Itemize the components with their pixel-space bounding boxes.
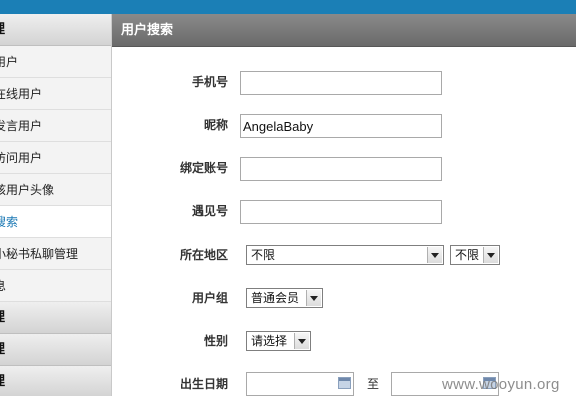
sidebar-section-header[interactable]: 理 xyxy=(0,334,111,366)
bound-account-input[interactable] xyxy=(240,157,442,181)
sidebar: 理用户在线用户发言用户访问用户核用户头像搜索小秘书私聊管理息理理理 xyxy=(0,14,112,396)
city-select[interactable]: 不限 xyxy=(450,245,500,265)
gender-label: 性别 xyxy=(203,334,228,348)
sidebar-section-header[interactable]: 理 xyxy=(0,302,111,334)
sidebar-item[interactable]: 用户 xyxy=(0,46,111,78)
sidebar-item[interactable]: 核用户头像 xyxy=(0,174,111,206)
watermark: www.wooyun.org xyxy=(442,376,560,393)
sidebar-item-label: 理 xyxy=(0,310,5,325)
sidebar-item-label: 用户 xyxy=(0,55,19,69)
user-group-select-value: 普通会员 xyxy=(251,291,300,305)
gender-select[interactable]: 请选择 xyxy=(246,331,311,351)
gender-select-value: 请选择 xyxy=(251,334,288,348)
nickname-input[interactable] xyxy=(240,114,442,138)
sidebar-item-label: 息 xyxy=(0,279,6,293)
sidebar-section-header[interactable]: 理 xyxy=(0,366,111,396)
sidebar-item-label: 理 xyxy=(0,342,5,357)
chevron-down-icon xyxy=(306,290,321,306)
phone-label: 手机号 xyxy=(191,75,228,89)
sidebar-item[interactable]: 访问用户 xyxy=(0,142,111,174)
chevron-down-icon xyxy=(294,333,309,349)
phone-input[interactable] xyxy=(240,71,442,95)
sidebar-item-label: 在线用户 xyxy=(0,87,43,101)
sidebar-section-header[interactable]: 理 xyxy=(0,14,111,46)
sidebar-item-label: 发言用户 xyxy=(0,119,43,133)
sidebar-item[interactable]: 在线用户 xyxy=(0,78,111,110)
chevron-down-icon xyxy=(427,247,442,263)
province-select-value: 不限 xyxy=(251,248,276,262)
province-select[interactable]: 不限 xyxy=(246,245,444,265)
top-bar xyxy=(0,0,576,14)
birthdate-start-input[interactable] xyxy=(246,372,354,396)
user-group-select[interactable]: 普通会员 xyxy=(246,288,323,308)
sidebar-item-label: 搜索 xyxy=(0,215,19,229)
region-label: 所在地区 xyxy=(179,248,228,262)
sidebar-item-label: 小秘书私聊管理 xyxy=(0,247,79,261)
sidebar-item-label: 理 xyxy=(0,22,5,37)
sidebar-item[interactable]: 小秘书私聊管理 xyxy=(0,238,111,270)
city-select-value: 不限 xyxy=(455,248,480,262)
user-group-label: 用户组 xyxy=(191,291,228,305)
sidebar-item-label: 访问用户 xyxy=(0,151,43,165)
date-range-separator: 至 xyxy=(367,377,380,391)
sidebar-item[interactable]: 发言用户 xyxy=(0,110,111,142)
panel-header: 用户搜索 xyxy=(112,14,576,47)
sidebar-item-label: 理 xyxy=(0,374,5,389)
sidebar-item[interactable]: 搜索 xyxy=(0,206,111,238)
nickname-label: 昵称 xyxy=(203,118,228,132)
birthdate-label: 出生日期 xyxy=(179,377,228,391)
sidebar-item[interactable]: 息 xyxy=(0,270,111,302)
page-title: 用户搜索 xyxy=(121,23,174,38)
chevron-down-icon xyxy=(483,247,498,263)
bound-account-label: 绑定账号 xyxy=(179,161,228,175)
yujian-id-label: 遇见号 xyxy=(191,204,228,218)
sidebar-item-label: 核用户头像 xyxy=(0,183,55,197)
yujian-id-input[interactable] xyxy=(240,200,442,224)
calendar-icon[interactable] xyxy=(338,377,351,389)
